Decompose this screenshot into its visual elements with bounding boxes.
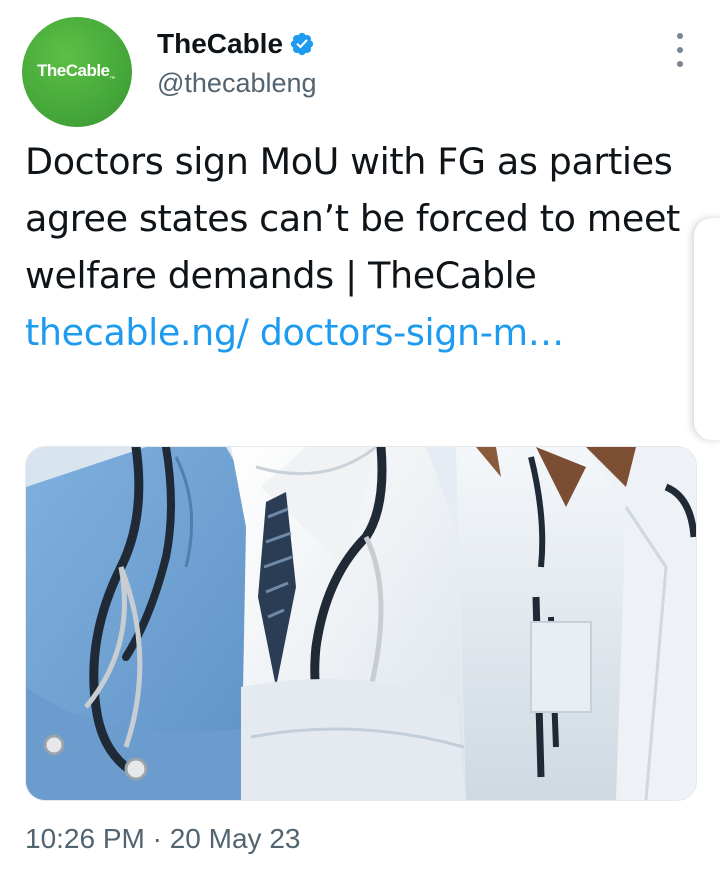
more-dot bbox=[677, 47, 683, 53]
author-name-row[interactable]: TheCable bbox=[157, 30, 315, 58]
tweet-body: Doctors sign MoU with FG as parties agre… bbox=[25, 140, 680, 297]
tweet-timestamp[interactable]: 10:26 PM · 20 May 23 bbox=[25, 822, 300, 856]
verified-badge-icon bbox=[290, 32, 314, 56]
handle[interactable]: @thecableng bbox=[157, 70, 317, 97]
side-panel-handle[interactable] bbox=[694, 218, 720, 440]
more-vertical-icon[interactable] bbox=[668, 33, 692, 67]
more-dot bbox=[677, 61, 683, 67]
display-name[interactable]: TheCable bbox=[157, 30, 283, 58]
avatar-logo-text: TheCable™ bbox=[36, 61, 116, 83]
tweet-media[interactable] bbox=[25, 446, 697, 801]
doctors-photo-image bbox=[26, 447, 696, 800]
more-dot bbox=[677, 33, 683, 39]
avatar[interactable]: TheCable™ bbox=[22, 17, 132, 127]
tweet-text: Doctors sign MoU with FG as parties agre… bbox=[25, 133, 685, 361]
tweet-link[interactable]: thecable.ng/ doctors-sign-m… bbox=[25, 311, 564, 354]
